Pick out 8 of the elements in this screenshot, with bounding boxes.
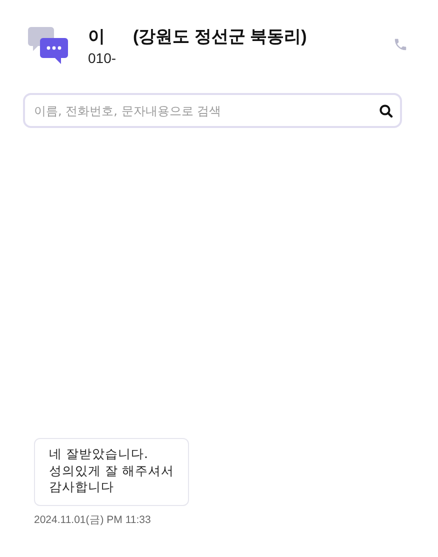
contact-name: 이 [88,26,105,48]
contact-region: (강원도 정선군 북동리) [133,26,307,48]
search-field[interactable]: 이름, 전화번호, 문자내용으로 검색 [23,93,402,128]
message-time: 2024.11.01(금) PM 11:33 [34,513,151,527]
chat-bubbles-icon [28,27,68,65]
message-bubble: 네 잘받았습니다. 성의있게 잘 해주셔서 감사합니다 [34,438,189,506]
search-icon[interactable] [379,104,393,118]
phone-number: 010- [88,50,118,66]
